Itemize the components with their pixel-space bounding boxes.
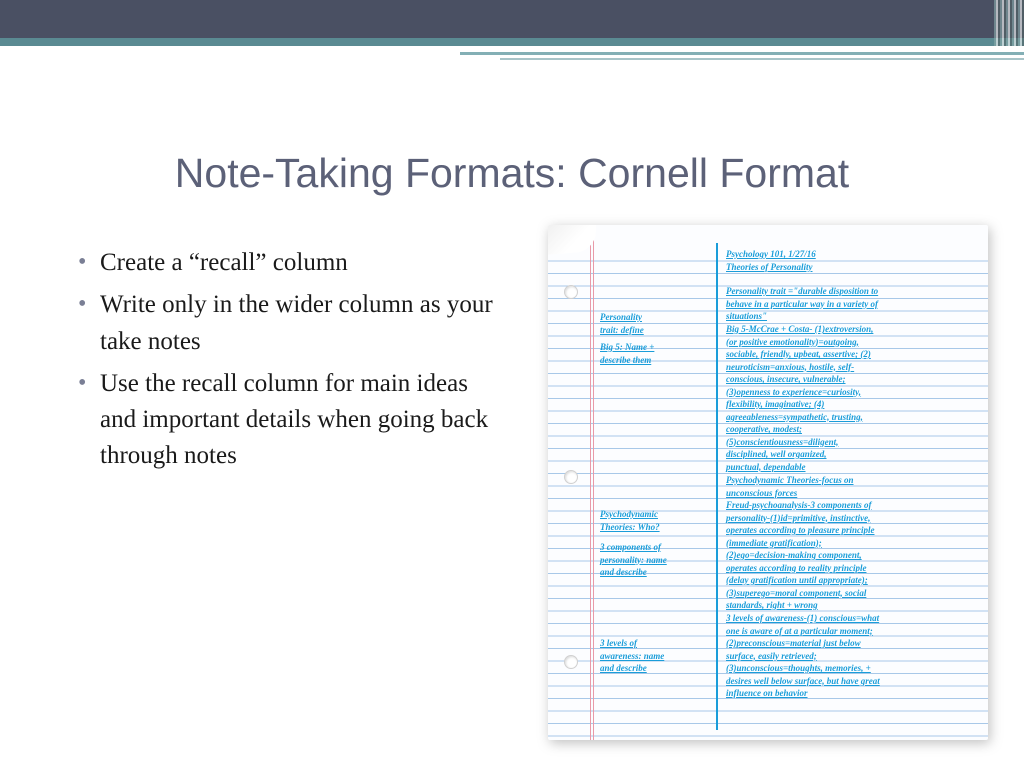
recall-cue: 3 components ofpersonality: nameand desc… bbox=[600, 541, 710, 579]
recall-cue: 3 levels ofawareness: nameand describe bbox=[600, 637, 710, 675]
punch-hole bbox=[564, 470, 578, 484]
note-content: Freud-psychoanalysis-3 components ofpers… bbox=[726, 499, 974, 612]
note-content: Big 5-McCrae + Costa- (1)extroversion,(o… bbox=[726, 323, 974, 473]
note-content: Psychodynamic Theories-focus onunconscio… bbox=[726, 474, 974, 499]
recall-cue: Big 5: Name +describe them bbox=[600, 341, 710, 366]
bullet-list: Create a “recall” column Write only in th… bbox=[78, 245, 508, 481]
bullet-item: Create a “recall” column bbox=[78, 245, 508, 281]
accent-stripe-thin bbox=[460, 52, 1024, 55]
note-content: 3 levels of awareness-(1) conscious=what… bbox=[726, 612, 974, 700]
note-content: Personality trait ="durable disposition … bbox=[726, 285, 974, 323]
bullet-item: Use the recall column for main ideas and… bbox=[78, 366, 508, 475]
punch-hole bbox=[564, 655, 578, 669]
header-bar bbox=[0, 0, 1024, 38]
accent-stripe bbox=[0, 38, 1024, 46]
recall-cue: Personalitytrait: define bbox=[600, 311, 710, 336]
notebook-image: Psychology 101, 1/27/16Theories of Perso… bbox=[548, 225, 988, 740]
note-content: Psychology 101, 1/27/16Theories of Perso… bbox=[726, 248, 974, 273]
edge-decoration bbox=[994, 0, 1024, 46]
recall-cue: PsychodynamicTheories: Who? bbox=[600, 508, 710, 533]
slide-title: Note-Taking Formats: Cornell Format bbox=[0, 150, 1024, 197]
punch-hole bbox=[564, 285, 578, 299]
bullet-item: Write only in the wider column as your t… bbox=[78, 287, 508, 360]
cornell-divider bbox=[716, 243, 718, 730]
accent-stripe-thinnest bbox=[500, 58, 1024, 60]
